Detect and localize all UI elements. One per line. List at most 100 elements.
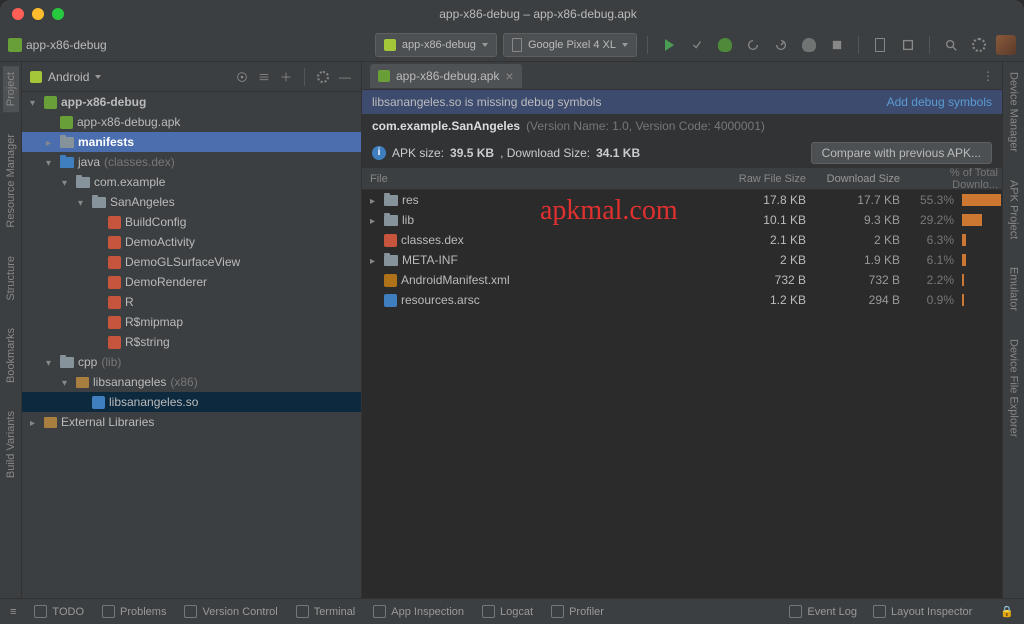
gutter-tab-device-file-explorer[interactable]: Device File Explorer bbox=[1006, 333, 1022, 443]
status-toggle[interactable]: ≡ bbox=[10, 606, 16, 618]
tree-label: manifests bbox=[78, 135, 134, 149]
file-row[interactable]: AndroidManifest.xml732 B732 B2.2% bbox=[362, 270, 1002, 290]
profiler-button[interactable] bbox=[770, 34, 792, 56]
status-todo[interactable]: TODO bbox=[34, 605, 84, 618]
debug-button[interactable] bbox=[714, 34, 736, 56]
tree-row[interactable]: DemoActivity bbox=[22, 232, 361, 252]
dl-size: 34.1 KB bbox=[596, 146, 640, 160]
project-tree[interactable]: app-x86-debugapp-x86-debug.apk manifests j… bbox=[22, 92, 361, 598]
tree-arrow-icon bbox=[46, 135, 56, 149]
collapse-all-button[interactable] bbox=[278, 69, 294, 85]
run-button[interactable] bbox=[658, 34, 680, 56]
close-tab-button[interactable]: × bbox=[505, 68, 513, 84]
attach-debugger-button[interactable] bbox=[798, 34, 820, 56]
apk-icon bbox=[378, 70, 390, 82]
status-icon bbox=[789, 605, 802, 618]
col-raw[interactable]: Raw File Size bbox=[728, 173, 818, 185]
user-avatar[interactable] bbox=[996, 35, 1016, 55]
device-dropdown[interactable]: Google Pixel 4 XL bbox=[503, 33, 637, 57]
col-file[interactable]: File bbox=[362, 173, 728, 185]
status-problems[interactable]: Problems bbox=[102, 605, 166, 618]
avd-manager-button[interactable] bbox=[869, 34, 891, 56]
lock-icon[interactable]: 🔒 bbox=[1000, 605, 1014, 618]
tree-row[interactable]: manifests bbox=[22, 132, 361, 152]
select-open-file-button[interactable] bbox=[234, 69, 250, 85]
tree-row[interactable]: SanAngeles bbox=[22, 192, 361, 212]
apk-contents[interactable]: res17.8 KB17.7 KB55.3%lib10.1 KB9.3 KB29… bbox=[362, 190, 1002, 310]
hide-button[interactable]: — bbox=[337, 69, 353, 85]
tool-window-settings-button[interactable] bbox=[315, 69, 331, 85]
status-app-inspection[interactable]: App Inspection bbox=[373, 605, 464, 618]
gutter-tab-project[interactable]: Project bbox=[3, 66, 19, 112]
file-name: classes.dex bbox=[401, 233, 464, 247]
gutter-tab-structure[interactable]: Structure bbox=[3, 250, 19, 307]
tree-arrow-icon bbox=[62, 375, 72, 389]
zoom-window-button[interactable] bbox=[52, 8, 64, 20]
col-dl[interactable]: Download Size bbox=[818, 173, 908, 185]
gear-icon bbox=[317, 71, 329, 83]
tree-label: R bbox=[125, 295, 134, 309]
minimize-window-button[interactable] bbox=[32, 8, 44, 20]
tree-row[interactable]: BuildConfig bbox=[22, 212, 361, 232]
gutter-tab-emulator[interactable]: Emulator bbox=[1006, 261, 1022, 317]
size-bar bbox=[962, 234, 966, 246]
col-pct[interactable]: % of Total Downlo... bbox=[908, 167, 1002, 191]
size-bar bbox=[962, 274, 964, 286]
status-version-control[interactable]: Version Control bbox=[184, 605, 277, 618]
status-layout-inspector[interactable]: Layout Inspector bbox=[873, 605, 972, 618]
coverage-button[interactable] bbox=[742, 34, 764, 56]
size-bar bbox=[962, 294, 964, 306]
stop-button[interactable] bbox=[826, 34, 848, 56]
file-row[interactable]: lib10.1 KB9.3 KB29.2% bbox=[362, 210, 1002, 230]
apk-icon bbox=[44, 96, 57, 109]
tree-row[interactable]: R bbox=[22, 292, 361, 312]
compare-apk-button[interactable]: Compare with previous APK... bbox=[811, 142, 992, 164]
file-row[interactable]: res17.8 KB17.7 KB55.3% bbox=[362, 190, 1002, 210]
dl-size-label: , Download Size: bbox=[500, 146, 590, 160]
separator bbox=[647, 36, 648, 54]
chevron-down-icon bbox=[95, 75, 101, 79]
add-debug-symbols-link[interactable]: Add debug symbols bbox=[887, 95, 992, 109]
tree-row[interactable]: R$string bbox=[22, 332, 361, 352]
editor-tab[interactable]: app-x86-debug.apk × bbox=[370, 64, 522, 88]
tree-row[interactable]: External Libraries bbox=[22, 412, 361, 432]
status-icon bbox=[373, 605, 386, 618]
cell-pct: 55.3% bbox=[908, 193, 958, 207]
gutter-tab-device-manager[interactable]: Device Manager bbox=[1006, 66, 1022, 158]
expand-all-button[interactable] bbox=[256, 69, 272, 85]
status-profiler[interactable]: Profiler bbox=[551, 605, 604, 618]
tree-row[interactable]: DemoRenderer bbox=[22, 272, 361, 292]
gutter-tab-apk-project[interactable]: APK Project bbox=[1006, 174, 1022, 245]
gutter-tab-resource-manager[interactable]: Resource Manager bbox=[3, 128, 19, 234]
tree-row[interactable]: app-x86-debug.apk bbox=[22, 112, 361, 132]
bug-icon bbox=[718, 38, 732, 52]
tree-row[interactable]: libsanangeles (x86) bbox=[22, 372, 361, 392]
tab-options-button[interactable]: ⋮ bbox=[982, 69, 994, 83]
editor-area: app-x86-debug.apk × ⋮ libsanangeles.so i… bbox=[362, 62, 1002, 598]
cell-dl: 17.7 KB bbox=[818, 193, 908, 207]
search-button[interactable] bbox=[940, 34, 962, 56]
tree-row[interactable]: DemoGLSurfaceView bbox=[22, 252, 361, 272]
tree-row[interactable]: app-x86-debug bbox=[22, 92, 361, 112]
gutter-tab-bookmarks[interactable]: Bookmarks bbox=[3, 322, 19, 389]
run-config-dropdown[interactable]: app-x86-debug bbox=[375, 33, 497, 57]
status-event-log[interactable]: Event Log bbox=[789, 605, 857, 618]
close-window-button[interactable] bbox=[12, 8, 24, 20]
file-row[interactable]: META-INF2 KB1.9 KB6.1% bbox=[362, 250, 1002, 270]
project-scope[interactable]: Android bbox=[48, 70, 89, 84]
tree-row[interactable]: java (classes.dex) bbox=[22, 152, 361, 172]
status-terminal[interactable]: Terminal bbox=[296, 605, 356, 618]
file-row[interactable]: resources.arsc1.2 KB294 B0.9% bbox=[362, 290, 1002, 310]
tree-row[interactable]: cpp (lib) bbox=[22, 352, 361, 372]
sdk-manager-button[interactable] bbox=[897, 34, 919, 56]
status-logcat[interactable]: Logcat bbox=[482, 605, 533, 618]
settings-button[interactable] bbox=[968, 34, 990, 56]
tree-row[interactable]: libsanangeles.so bbox=[22, 392, 361, 412]
class-icon bbox=[108, 316, 121, 329]
gutter-tab-build-variants[interactable]: Build Variants bbox=[3, 405, 19, 484]
tree-row[interactable]: R$mipmap bbox=[22, 312, 361, 332]
breadcrumb[interactable]: app-x86-debug bbox=[8, 38, 107, 52]
apply-changes-button[interactable] bbox=[686, 34, 708, 56]
tree-row[interactable]: com.example bbox=[22, 172, 361, 192]
file-row[interactable]: classes.dex2.1 KB2 KB6.3% bbox=[362, 230, 1002, 250]
